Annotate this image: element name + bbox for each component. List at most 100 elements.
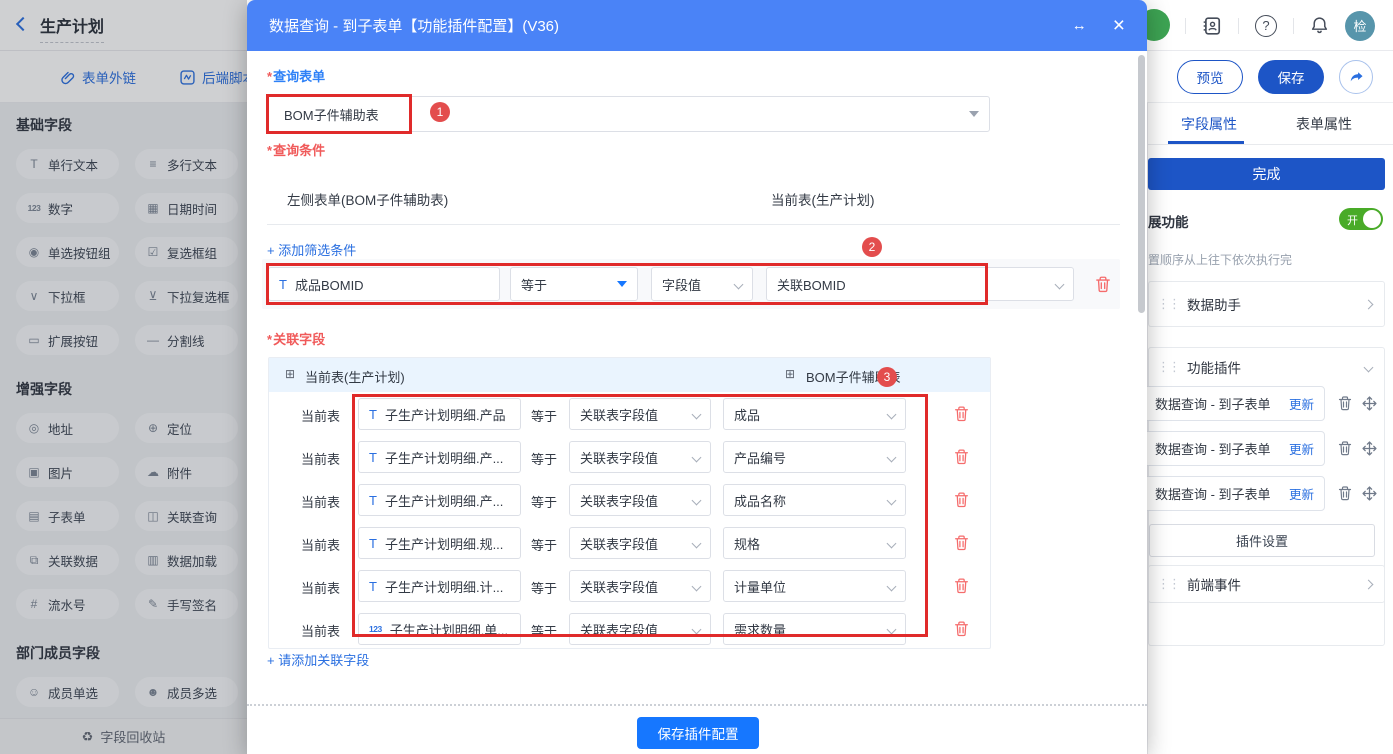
query-form-select[interactable]: BOM子件辅助表 [267, 96, 990, 132]
add-relate-field-link[interactable]: + 请添加关联字段 [267, 650, 369, 669]
bell-icon[interactable] [1310, 16, 1329, 35]
field-pill-radio-group[interactable]: ◉ 单选按钮组 [16, 237, 119, 267]
frontend-events-row[interactable]: ⋮⋮ 前端事件 [1149, 566, 1384, 602]
relate-value-type-select[interactable]: 关联表字段值 [569, 484, 711, 516]
script-icon [180, 69, 195, 85]
extended-function-toggle[interactable]: 开 [1339, 208, 1383, 230]
field-pill-extend-button[interactable]: ▭ 扩展按钮 [16, 325, 119, 355]
function-plugins-header[interactable]: ⋮⋮ 功能插件 [1149, 348, 1384, 386]
filter-value-type-select[interactable]: 字段值 [651, 267, 753, 301]
operator-text: 等于 [531, 581, 558, 596]
user-avatar[interactable]: 检 [1345, 10, 1375, 41]
relate-target-select[interactable]: 需求数量 [723, 613, 906, 645]
drag-handle-icon[interactable]: ⋮⋮ [1157, 576, 1181, 592]
filter-value-select[interactable]: 关联BOMID [766, 267, 1074, 301]
move-plugin-icon[interactable] [1362, 485, 1377, 501]
back-icon[interactable] [15, 16, 31, 32]
delete-row-icon[interactable] [953, 577, 970, 594]
plugin-settings-button[interactable]: 插件设置 [1149, 524, 1375, 557]
plugin-item[interactable]: 数据查询 - 到子表单 更新 [1143, 476, 1325, 511]
modal-scrollbar-thumb[interactable] [1138, 55, 1145, 313]
plugin-item[interactable]: 数据查询 - 到子表单 更新 [1143, 386, 1325, 421]
relate-target-select[interactable]: 规格 [723, 527, 906, 559]
data-helper-row[interactable]: ⋮⋮ 数据助手 [1149, 282, 1384, 326]
chevron-down-icon [691, 538, 702, 548]
field-pill-serial-number[interactable]: # 流水号 [16, 589, 119, 619]
field-pill-divider-line[interactable]: — 分割线 [135, 325, 238, 355]
relate-target-select[interactable]: 产品编号 [723, 441, 906, 473]
relate-field-input[interactable]: T 子生产计划明细.产... [358, 441, 521, 473]
delete-row-icon[interactable] [953, 620, 970, 637]
field-pill-subform[interactable]: ▤ 子表单 [16, 501, 119, 531]
plugin-update-link[interactable]: 更新 [1289, 394, 1314, 413]
preview-button[interactable]: 预览 [1177, 60, 1243, 94]
move-plugin-icon[interactable] [1362, 440, 1377, 456]
field-recycle-bin[interactable]: ♻ 字段回收站 [0, 718, 247, 754]
relate-value-type-select[interactable]: 关联表字段值 [569, 570, 711, 602]
relate-field-input[interactable]: T 子生产计划明细.产品 [358, 398, 521, 430]
relate-value-type-select[interactable]: 关联表字段值 [569, 441, 711, 473]
relate-field-input[interactable]: T 子生产计划明细.规... [358, 527, 521, 559]
field-pill-dropdown[interactable]: ∨ 下拉框 [16, 281, 119, 311]
help-icon[interactable]: ? [1255, 14, 1277, 37]
filter-operator-select[interactable]: 等于 [510, 267, 638, 301]
plugin-update-link[interactable]: 更新 [1289, 484, 1314, 503]
chevron-down-icon [733, 279, 744, 289]
delete-plugin-icon[interactable] [1337, 395, 1353, 411]
field-pill-single-line-text[interactable]: T 单行文本 [16, 149, 119, 179]
tab-field-properties[interactable]: 字段属性 [1181, 103, 1237, 145]
relate-value-type-select[interactable]: 关联表字段值 [569, 398, 711, 430]
delete-row-icon[interactable] [953, 534, 970, 551]
field-pill-signature[interactable]: ✎ 手写签名 [135, 589, 238, 619]
field-pill-relate-query[interactable]: ◫ 关联查询 [135, 501, 238, 531]
drag-handle-icon[interactable]: ⋮⋮ [1157, 359, 1181, 375]
relate-value-type-select[interactable]: 关联表字段值 [569, 613, 711, 645]
plugin-update-link[interactable]: 更新 [1289, 439, 1314, 458]
field-pill-multi-dropdown[interactable]: ⊻ 下拉复选框 [135, 281, 238, 311]
delete-plugin-icon[interactable] [1337, 485, 1353, 501]
save-button[interactable]: 保存 [1258, 60, 1324, 94]
expand-icon[interactable]: ↔ [1072, 17, 1087, 34]
drag-handle-icon[interactable]: ⋮⋮ [1157, 296, 1181, 312]
delete-plugin-icon[interactable] [1337, 440, 1353, 456]
relate-target-select[interactable]: 计量单位 [723, 570, 906, 602]
save-plugin-config-button[interactable]: 保存插件配置 [637, 717, 759, 749]
move-plugin-icon[interactable] [1362, 395, 1377, 411]
filter-field-input[interactable]: T 成品BOMID [268, 267, 500, 301]
divider [1238, 17, 1239, 34]
field-pill-data-load[interactable]: ▥ 数据加载 [135, 545, 238, 575]
field-pill-number[interactable]: 123 数字 [16, 193, 119, 223]
extend-button-icon: ▭ [28, 333, 40, 347]
plugin-item[interactable]: 数据查询 - 到子表单 更新 [1143, 431, 1325, 466]
field-pill-relate-data[interactable]: ⧉ 关联数据 [16, 545, 119, 575]
contacts-icon[interactable] [1202, 16, 1222, 36]
field-pill-checkbox-group[interactable]: ☑ 复选框组 [135, 237, 238, 267]
relate-field-input[interactable]: T 子生产计划明细.产... [358, 484, 521, 516]
field-pill-multi-line-text[interactable]: ≡ 多行文本 [135, 149, 238, 179]
relate-field-input[interactable]: 123 子生产计划明细.单... [358, 613, 521, 645]
delete-condition-icon[interactable] [1094, 275, 1112, 293]
relate-target-select[interactable]: 成品 [723, 398, 906, 430]
relate-field-input[interactable]: T 子生产计划明细.计... [358, 570, 521, 602]
delete-row-icon[interactable] [953, 405, 970, 422]
field-pill-address[interactable]: ◎ 地址 [16, 413, 119, 443]
delete-row-icon[interactable] [953, 491, 970, 508]
field-pill-location[interactable]: ⊕ 定位 [135, 413, 238, 443]
relate-target-select[interactable]: 成品名称 [723, 484, 906, 516]
share-button[interactable] [1339, 60, 1373, 94]
form-external-link[interactable]: 表单外链 [60, 67, 136, 87]
relate-value-type-select[interactable]: 关联表字段值 [569, 527, 711, 559]
query-form-label: *查询表单 [267, 66, 325, 85]
add-filter-condition-link[interactable]: + 添加筛选条件 [267, 240, 356, 259]
close-icon[interactable]: × [1113, 15, 1125, 36]
field-pill-member-multi[interactable]: ☻ 成员多选 [135, 677, 238, 707]
tab-form-properties[interactable]: 表单属性 [1296, 103, 1352, 145]
field-pill-datetime[interactable]: ▦ 日期时间 [135, 193, 238, 223]
backend-script-link[interactable]: 后端脚本 [180, 67, 256, 87]
field-pill-attachment[interactable]: ☁ 附件 [135, 457, 238, 487]
link-icon [61, 71, 75, 84]
field-pill-image[interactable]: ▣ 图片 [16, 457, 119, 487]
done-button[interactable]: 完成 [1148, 158, 1385, 190]
field-pill-member-single[interactable]: ☺ 成员单选 [16, 677, 119, 707]
delete-row-icon[interactable] [953, 448, 970, 465]
